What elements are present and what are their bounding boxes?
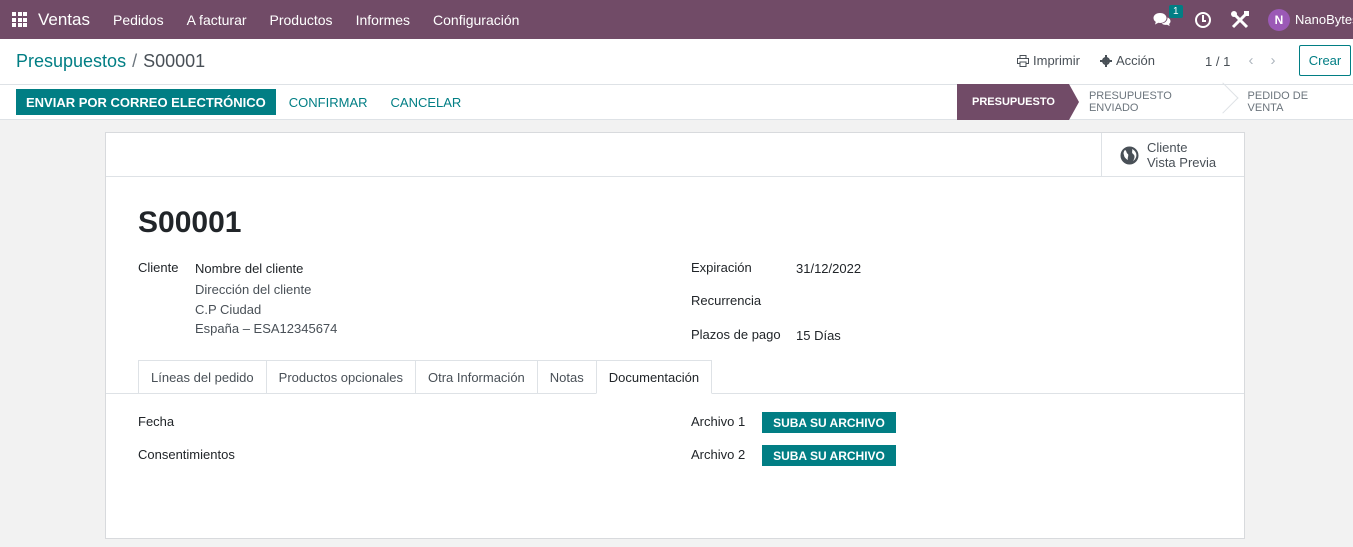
pager-value[interactable]: 1 / 1 <box>1205 54 1230 69</box>
cancel-button[interactable]: CANCELAR <box>391 89 462 115</box>
customer-address-line: C.P Ciudad <box>195 302 262 317</box>
confirm-button[interactable]: CONFIRMAR <box>289 89 368 115</box>
stage-presupuesto[interactable]: PRESUPUESTO <box>957 84 1079 120</box>
expiration-value[interactable]: 31/12/2022 <box>796 261 861 276</box>
send-email-button[interactable]: ENVIAR POR CORREO ELECTRÓNICO <box>16 89 276 115</box>
chevron-left-icon[interactable]: ‹ <box>1244 52 1258 69</box>
avatar[interactable]: N <box>1268 8 1290 31</box>
user-name[interactable]: NanoBytes <box>1295 12 1353 27</box>
breadcrumb-separator: / <box>132 51 138 71</box>
date-label: Fecha <box>138 414 175 429</box>
menu-informes[interactable]: Informes <box>356 12 410 28</box>
customer-address-line: España – ESA12345674 <box>195 321 338 336</box>
chat-badge: 1 <box>1169 4 1183 18</box>
app-name[interactable]: Ventas <box>38 10 90 30</box>
cp-actions: Imprimir Acción <box>1017 53 1175 68</box>
control-panel: Presupuestos / S00001 Imprimir Acción 1 / … <box>0 39 1353 120</box>
menu-pedidos[interactable]: Pedidos <box>113 12 164 28</box>
print-icon <box>1017 54 1029 67</box>
breadcrumb-parent[interactable]: Presupuestos <box>16 51 126 71</box>
customer-name[interactable]: Nombre del cliente <box>195 261 303 276</box>
preview-line1: Cliente <box>1147 140 1188 155</box>
clock-icon[interactable] <box>1195 11 1211 28</box>
tab-otra-informacion[interactable]: Otra Información <box>414 360 537 394</box>
tab-documentacion[interactable]: Documentación <box>595 360 713 394</box>
upload-file2-button[interactable]: SUBA SU ARCHIVO <box>762 445 896 466</box>
expiration-label: Expiración <box>691 260 752 275</box>
upload-file1-button[interactable]: SUBA SU ARCHIVO <box>762 412 896 433</box>
file1-label: Archivo 1 <box>691 414 746 429</box>
action-label: Acción <box>1115 53 1155 68</box>
customer-preview-button[interactable]: Cliente Vista Previa <box>1101 133 1244 177</box>
stage-presupuesto-enviado[interactable]: PRESUPUESTO ENVIADO <box>1069 84 1228 120</box>
create-button[interactable]: Crear <box>1299 45 1351 76</box>
notebook-tabs: Líneas del pedido Productos opcionales O… <box>138 360 713 394</box>
apps-grid-icon[interactable] <box>12 12 27 27</box>
customer-address-line: Dirección del cliente <box>195 282 312 297</box>
breadcrumb: Presupuestos / S00001 <box>16 51 205 72</box>
status-stages: PRESUPUESTO PRESUPUESTO ENVIADO PEDIDO D… <box>957 84 1353 120</box>
globe-icon <box>1120 146 1139 164</box>
recurrence-label: Recurrencia <box>691 293 762 308</box>
gear-icon <box>1099 54 1112 67</box>
pager-arrows: ‹ › <box>1244 52 1288 69</box>
consents-label: Consentimientos <box>138 447 235 462</box>
menu-a-facturar[interactable]: A facturar <box>187 12 247 28</box>
tab-notas[interactable]: Notas <box>536 360 596 394</box>
menu-productos[interactable]: Productos <box>270 12 333 28</box>
top-navbar: Ventas Pedidos A facturar Productos Info… <box>0 0 1353 39</box>
payment-terms-value[interactable]: 15 Días <box>796 328 841 343</box>
preview-line2: Vista Previa <box>1147 155 1217 170</box>
button-box: Cliente Vista Previa <box>106 133 1244 177</box>
file2-label: Archivo 2 <box>691 447 746 462</box>
statusbar-buttons: ENVIAR POR CORREO ELECTRÓNICO CONFIRMAR … <box>16 89 471 115</box>
tab-productos-opcionales[interactable]: Productos opcionales <box>265 360 415 394</box>
menu-configuracion[interactable]: Configuración <box>433 12 519 28</box>
print-button[interactable]: Imprimir <box>1017 53 1080 68</box>
chat-icon[interactable]: 1 <box>1153 4 1183 29</box>
print-label: Imprimir <box>1033 53 1080 68</box>
customer-label: Cliente <box>138 260 179 275</box>
action-button[interactable]: Acción <box>1099 53 1155 68</box>
tab-lineas-del-pedido[interactable]: Líneas del pedido <box>138 360 266 394</box>
form-sheet: Cliente Vista Previa S00001 Cliente Nomb… <box>105 132 1245 539</box>
payment-terms-label: Plazos de pago <box>691 327 781 342</box>
chevron-right-icon[interactable]: › <box>1266 52 1280 69</box>
stage-pedido-de-venta[interactable]: PEDIDO DE VENTA <box>1228 84 1353 120</box>
record-title: S00001 <box>138 206 242 239</box>
breadcrumb-current: S00001 <box>143 51 206 71</box>
tools-icon[interactable] <box>1230 10 1250 30</box>
